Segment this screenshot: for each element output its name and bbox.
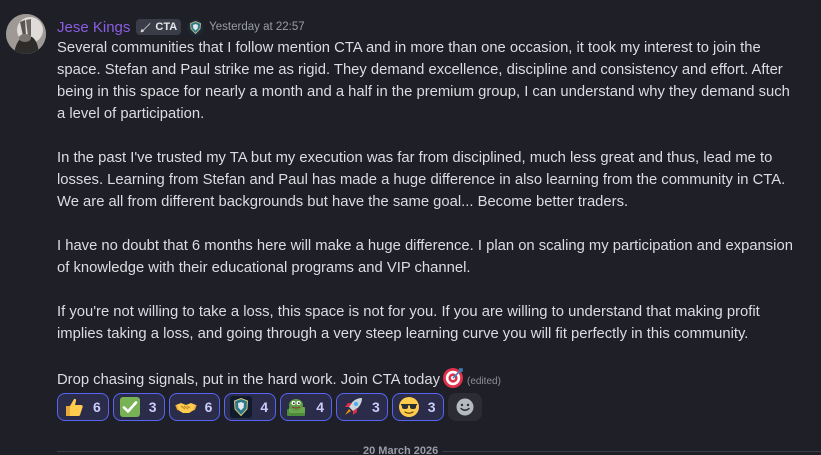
reaction-handshake[interactable]: 6 — [168, 393, 221, 421]
pepe-money-icon — [287, 399, 306, 416]
server-tag[interactable]: CTA — [136, 19, 182, 35]
edited-label: (edited) — [467, 376, 501, 387]
chat-message: Jese Kings CTA Yesterday at 22:57 Severa… — [0, 0, 821, 440]
date-divider: 20 March 2026 — [57, 445, 821, 455]
message-header: Jese Kings CTA Yesterday at 22:57 — [57, 17, 305, 37]
username[interactable]: Jese Kings — [57, 19, 130, 36]
date-divider-label: 20 March 2026 — [359, 445, 443, 455]
thumbs-up-icon — [66, 398, 83, 416]
add-reaction-button[interactable] — [447, 393, 482, 421]
reaction-sunglasses-face[interactable]: 3 — [391, 393, 444, 421]
reaction-count: 3 — [371, 399, 380, 415]
cta-server-emblem-icon — [230, 396, 253, 418]
message-content: Several communities that I follow mentio… — [57, 37, 797, 393]
message-paragraph: If you're not willing to take a loss, th… — [57, 304, 760, 342]
reaction-count: 4 — [260, 399, 269, 415]
reactions-bar: 6 3 6 4 4 3 3 — [57, 393, 482, 421]
reaction-cta-server-emblem[interactable]: 4 — [224, 393, 277, 421]
message-paragraph: In the past I've trusted my TA but my ex… — [57, 150, 786, 210]
server-tag-label: CTA — [155, 21, 178, 33]
message-paragraph: I have no doubt that 6 months here will … — [57, 238, 793, 276]
reaction-pepe-money[interactable]: 4 — [280, 393, 332, 421]
reaction-count: 3 — [148, 399, 157, 415]
handshake-icon — [174, 403, 197, 413]
user-avatar[interactable] — [6, 14, 46, 54]
reaction-white-check-mark[interactable]: 3 — [112, 393, 165, 421]
reaction-count: 6 — [93, 399, 101, 415]
reaction-thumbs-up[interactable]: 6 — [57, 393, 109, 421]
reaction-count: 6 — [204, 399, 213, 415]
message-last-line: Drop chasing signals, put in the hard wo… — [57, 367, 797, 393]
direct-hit-target-icon — [443, 368, 463, 388]
reaction-count: 3 — [427, 399, 436, 415]
rocket-icon — [344, 398, 362, 415]
white-check-mark-icon — [119, 397, 140, 417]
add-reaction-smiley-icon — [456, 398, 474, 416]
sunglasses-face-icon — [398, 397, 419, 417]
reaction-count: 4 — [316, 399, 324, 415]
server-badge-icon[interactable] — [187, 19, 204, 36]
sword-icon — [140, 22, 151, 33]
reaction-rocket[interactable]: 3 — [335, 393, 388, 421]
message-timestamp[interactable]: Yesterday at 22:57 — [209, 21, 304, 33]
message-last-line-text: Drop chasing signals, put in the hard wo… — [57, 372, 440, 388]
message-paragraph: Several communities that I follow mentio… — [57, 40, 790, 122]
